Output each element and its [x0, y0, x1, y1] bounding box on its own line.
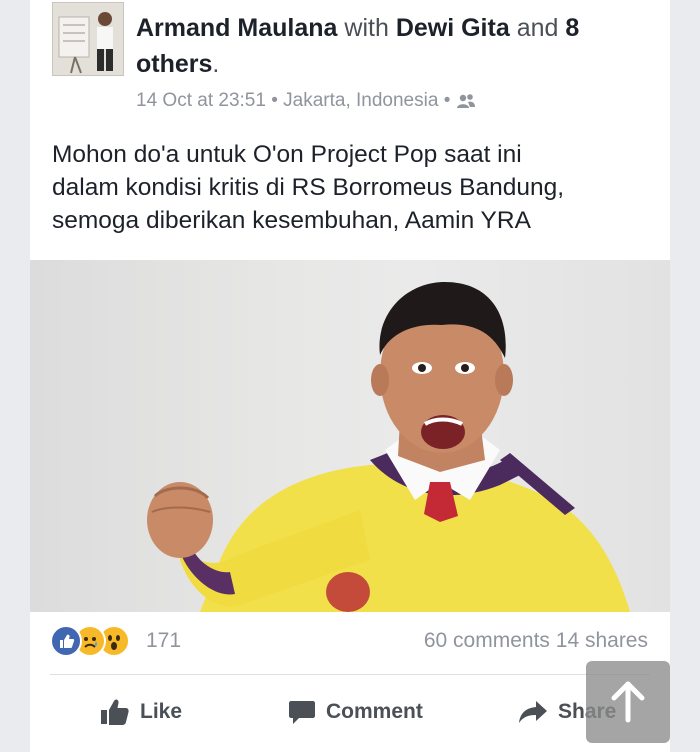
- thumbs-up-icon: [101, 699, 129, 725]
- meta-separator: •: [271, 90, 278, 111]
- arrow-up-icon: [611, 681, 645, 723]
- action-bar: Like Comment Share: [30, 690, 670, 734]
- comment-button[interactable]: Comment: [288, 690, 423, 734]
- share-icon: [519, 701, 547, 723]
- scroll-to-top-button[interactable]: [586, 661, 670, 743]
- and-text: and: [516, 14, 559, 42]
- reaction-count: 171: [146, 629, 182, 652]
- post-text: Mohon do'a untuk O'on Project Pop saat i…: [52, 138, 652, 237]
- post-text-line-2: dalam kondisi kritis di RS Borromeus Ban…: [52, 174, 565, 201]
- friends-icon[interactable]: [456, 93, 476, 109]
- actions-divider: [50, 674, 650, 675]
- timestamp[interactable]: 14 Oct at 23:51: [136, 90, 266, 111]
- author-name[interactable]: Armand Maulana: [136, 14, 337, 42]
- with-text: with: [344, 14, 389, 42]
- period-text: .: [212, 50, 220, 78]
- post-meta: 14 Oct at 23:51 • Jakarta, Indonesia •: [136, 90, 476, 112]
- like-icon: [50, 625, 82, 657]
- location[interactable]: Jakarta, Indonesia: [283, 90, 438, 111]
- like-button[interactable]: Like: [100, 690, 182, 734]
- post-text-line-1: Mohon do'a untuk O'on Project Pop saat i…: [52, 141, 522, 168]
- meta-separator-2: •: [443, 90, 451, 111]
- post-card: Armand Maulana with Dewi Gita and 8 othe…: [30, 0, 670, 752]
- shares-count[interactable]: 14 shares: [556, 629, 648, 652]
- photo-illustration: [147, 282, 630, 612]
- post-header: Armand Maulana with Dewi Gita and 8 othe…: [52, 2, 662, 112]
- post-stats: 60 comments 14 shares: [424, 629, 648, 653]
- others-text[interactable]: others: [136, 50, 212, 78]
- others-count[interactable]: 8: [565, 14, 579, 42]
- post-author-line: Armand Maulana with Dewi Gita and 8 othe…: [136, 10, 656, 82]
- post-text-line-3: semoga diberikan kesembuhan, Aamin YRA: [52, 207, 531, 234]
- avatar[interactable]: [52, 2, 124, 76]
- comment-icon: [289, 701, 315, 724]
- avatar-image: [53, 3, 123, 75]
- comments-count[interactable]: 60 comments: [424, 629, 550, 652]
- tagged-name[interactable]: Dewi Gita: [396, 14, 510, 42]
- comment-label: Comment: [326, 700, 423, 723]
- like-label: Like: [140, 700, 183, 723]
- post-photo[interactable]: [30, 260, 670, 612]
